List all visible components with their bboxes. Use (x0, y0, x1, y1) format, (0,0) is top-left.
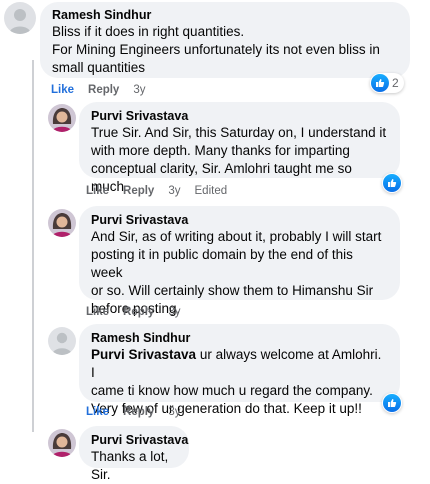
comment-author[interactable]: Ramesh Sindhur (52, 7, 398, 23)
reply-button[interactable]: Reply (123, 406, 154, 418)
avatar[interactable] (48, 429, 76, 457)
like-button[interactable]: Like (51, 84, 74, 96)
comment-author[interactable]: Purvi Srivastava (91, 432, 188, 448)
reaction-count[interactable] (382, 393, 402, 413)
avatar[interactable] (48, 327, 76, 355)
comment-bubble: Ramesh Sindhur Purvi Srivastava ur alway… (79, 324, 400, 416)
timestamp[interactable]: 3y (133, 84, 145, 96)
reply-button[interactable]: Reply (88, 84, 119, 96)
like-button[interactable]: Like (86, 185, 109, 197)
avatar[interactable] (48, 209, 76, 237)
comment-actions: Like Reply 3y (51, 83, 160, 97)
thread-connector (32, 60, 34, 432)
like-button[interactable]: Like (86, 406, 109, 418)
edited-label: Edited (194, 185, 228, 197)
reaction-count[interactable] (382, 173, 402, 193)
reply-button[interactable]: Reply (123, 185, 154, 197)
comment-text: Bliss if it does in right quantities. Fo… (52, 24, 380, 75)
timestamp[interactable]: 3y (168, 406, 180, 418)
comment-bubble: Ramesh Sindhur Bliss if it does in right… (40, 2, 410, 78)
like-reaction-icon (383, 174, 401, 192)
like-reaction-icon (383, 394, 401, 412)
timestamp[interactable]: 3y (168, 185, 180, 197)
reply-button[interactable]: Reply (123, 306, 154, 318)
comment-bubble: Purvi Srivastava True Sir. And Sir, this… (79, 102, 400, 194)
comment-actions: Like Reply 3y (86, 305, 195, 319)
comment-bubble: Purvi Srivastava And Sir, as of writing … (79, 206, 400, 316)
comment-author[interactable]: Purvi Srivastava (91, 108, 388, 124)
comment-actions: Like Reply 3y Edited (86, 184, 241, 198)
avatar[interactable] (48, 104, 76, 132)
mention-link[interactable]: Purvi Srivastava (91, 347, 196, 362)
reaction-count[interactable]: 2 (370, 73, 404, 93)
like-reaction-icon (371, 74, 389, 92)
comment-author[interactable]: Ramesh Sindhur (91, 330, 388, 346)
timestamp[interactable]: 3y (168, 306, 180, 318)
comment-text: Thanks a lot, Sir. (91, 449, 169, 482)
avatar[interactable] (4, 2, 36, 34)
comment-author[interactable]: Purvi Srivastava (91, 212, 388, 228)
comment-bubble: Purvi Srivastava Thanks a lot, Sir. (79, 426, 189, 482)
like-button[interactable]: Like (86, 306, 109, 318)
comment-actions: Like Reply 3y (86, 405, 195, 419)
